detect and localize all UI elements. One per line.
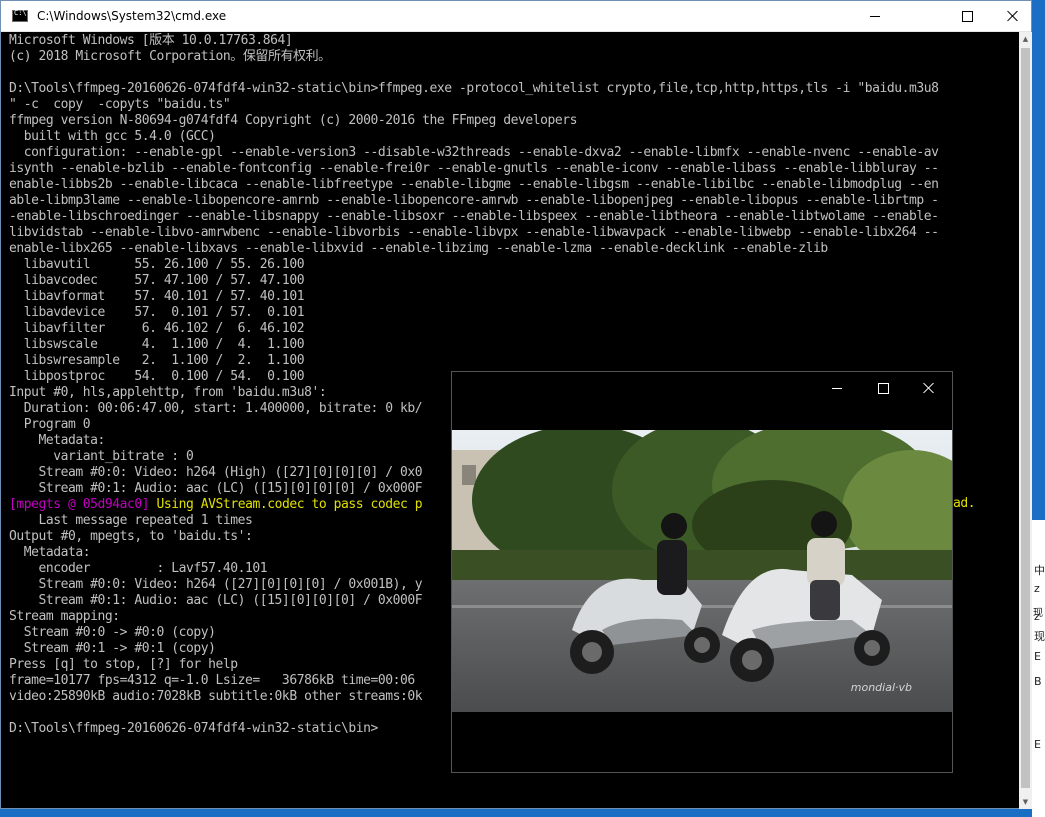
console-line: libavutil 55. 26.100 / 55. 26.100 [9,257,305,272]
window-title: C:\Windows\System32\cmd.exe [37,9,227,23]
desktop-glyph: 现 [1033,608,1043,619]
desktop-glyph: 现 [1034,630,1045,643]
vertical-scrollbar[interactable]: ▲ ▼ [1019,32,1032,809]
title-bar[interactable]: C:\Windows\System32\cmd.exe [1,1,1031,32]
desktop-glyph: z [1034,582,1040,595]
console-line: enable-libbs2b --enable-libcaca --enable… [9,177,939,192]
maximize-icon [877,382,889,394]
scroll-up-arrow-icon[interactable]: ▲ [1019,32,1032,46]
close-icon [923,382,935,394]
video-watermark: mondial·vb [850,681,912,694]
close-icon [1007,10,1019,22]
desktop-glyph: 中 [1034,564,1045,577]
console-line: libswscale 4. 1.100 / 4. 1.100 [9,337,305,352]
close-button[interactable] [990,1,1036,31]
console-line: libswresample 2. 1.100 / 2. 1.100 [9,353,305,368]
console-line: Microsoft Windows [版本 10.0.17763.864] [9,33,293,48]
video-scene-image [452,430,952,712]
console-line: (c) 2018 Microsoft Corporation。保留所有权利。 [9,49,331,64]
console-line: libavfilter 6. 46.102 / 6. 46.102 [9,321,305,336]
console-line: libavformat 57. 40.101 / 57. 40.101 [9,289,305,304]
video-frame[interactable]: mondial·vb [452,430,952,712]
desktop-right-strip: 中 z z 现 现 E B E [1032,520,1045,817]
warning-prefix: [mpegts @ 05d94ac0] [9,497,157,512]
desktop-glyph: B [1034,675,1042,688]
minimize-icon [870,15,880,17]
warning-message: Using AVStream.codec to pass codec p [156,497,423,512]
video-minimize-button[interactable] [814,372,860,404]
maximize-button[interactable] [944,1,990,31]
console-line: ffmpeg version N-80694-g074fdf4 Copyrigh… [9,113,578,128]
console-line: libavdevice 57. 0.101 / 57. 0.101 [9,305,305,320]
console-line: enable-libx265 --enable-libxavs --enable… [9,241,828,256]
scroll-thumb[interactable] [1021,48,1030,788]
desktop-glyph: E [1034,738,1041,751]
console-line: " -c copy -copyts "baidu.ts" [9,97,231,112]
console-line: built with gcc 5.4.0 (GCC) [9,129,216,144]
video-player-window[interactable]: mondial·vb [451,371,953,773]
console-line: able-libmp3lame --enable-libopencore-amr… [9,193,939,208]
warning-tail: ad. [953,496,976,511]
console-line: libavcodec 57. 47.100 / 57. 47.100 [9,273,305,288]
video-close-button[interactable] [906,372,952,404]
video-maximize-button[interactable] [860,372,906,404]
minimize-button[interactable] [852,1,898,31]
console-app-icon[interactable] [12,9,28,22]
console-line: isynth --enable-bzlib --enable-fontconfi… [9,161,939,176]
scroll-down-arrow-icon[interactable]: ▼ [1019,795,1032,809]
console-line: configuration: --enable-gpl --enable-ver… [9,145,939,160]
console-line: -enable-libschroedinger --enable-libsnap… [9,209,939,224]
console-line: D:\Tools\ffmpeg-20160626-074fdf4-win32-s… [9,81,939,96]
maximize-icon [961,10,973,22]
desktop-glyph: E [1034,650,1041,663]
console-line: libvidstab --enable-libvo-amrwbenc --ena… [9,225,939,240]
minimize-icon [832,387,842,389]
